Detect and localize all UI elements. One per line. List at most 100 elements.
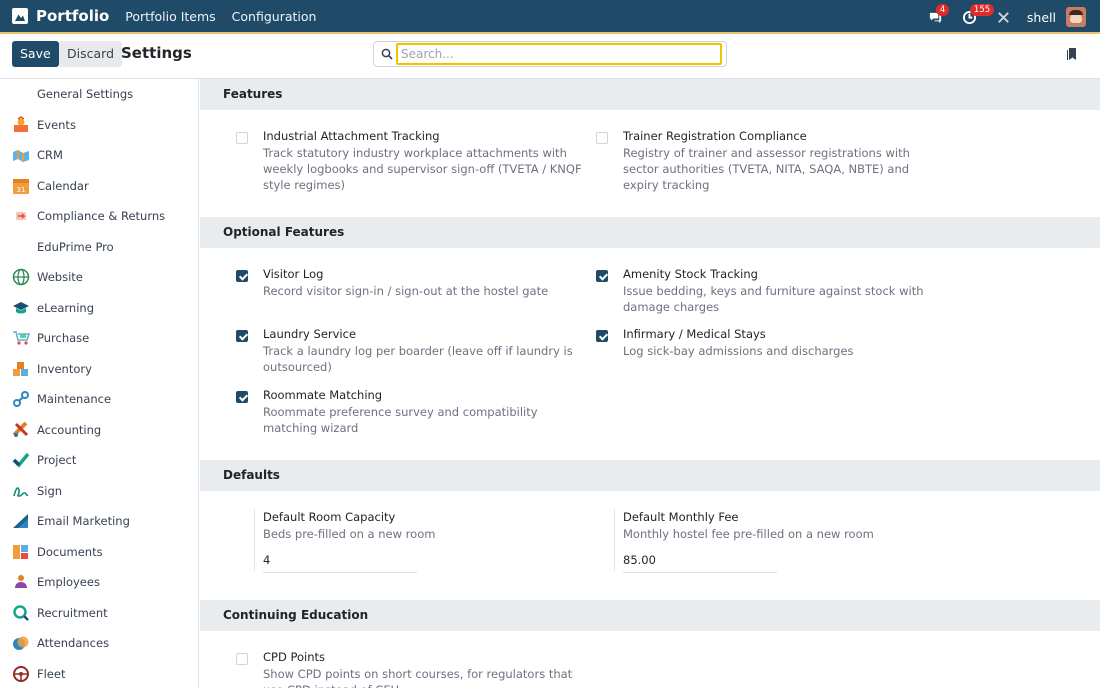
sidebar-item-documents[interactable]: Documents — [0, 537, 198, 567]
default-monthly-fee-input[interactable]: 85.00 — [623, 553, 777, 573]
trainer-registration-checkbox[interactable] — [596, 132, 608, 144]
settings-sidebar: General Settings Events CRM 31 Calendar … — [0, 79, 199, 688]
sidebar-item-accounting[interactable]: Accounting — [0, 415, 198, 445]
sidebar-item-eduprime-pro[interactable]: EduPrime Pro — [0, 232, 198, 262]
app-name[interactable]: Portfolio — [36, 7, 109, 25]
recruitment-icon — [13, 605, 29, 621]
control-panel: Save Discard Settings — [0, 36, 1100, 79]
sidebar-item-elearning[interactable]: eLearning — [0, 293, 198, 323]
sidebar-item-inventory[interactable]: Inventory — [0, 354, 198, 384]
sidebar-item-employees[interactable]: Employees — [0, 567, 198, 597]
inventory-icon — [13, 362, 28, 376]
section-header-continuing-education: Continuing Education — [200, 600, 1100, 631]
maintenance-icon — [13, 391, 29, 407]
sidebar-item-label: Inventory — [37, 362, 92, 376]
attendances-icon — [13, 636, 29, 650]
sidebar-item-fleet[interactable]: Fleet — [0, 659, 198, 688]
fleet-icon — [13, 666, 29, 682]
setting-description: Monthly hostel fee pre-filled on a new r… — [623, 527, 874, 541]
setting-description: Registry of trainer and assessor registr… — [623, 146, 910, 192]
sidebar-item-label: Purchase — [37, 331, 90, 345]
amenity-stock-checkbox[interactable] — [596, 270, 608, 282]
setting-title: Default Room Capacity — [263, 510, 396, 524]
bookmark-icon[interactable] — [1066, 47, 1078, 61]
events-icon — [14, 116, 28, 132]
top-navbar: Portfolio Portfolio Items Configuration … — [0, 0, 1100, 34]
setting-description: Track a laundry log per boarder (leave o… — [263, 344, 573, 374]
search-input[interactable] — [396, 43, 722, 65]
sidebar-item-maintenance[interactable]: Maintenance — [0, 384, 198, 414]
sidebar-item-label: Sign — [37, 484, 63, 498]
infirmary-checkbox[interactable] — [596, 330, 608, 342]
messages-badge: 4 — [935, 4, 950, 16]
purchase-icon — [13, 331, 30, 345]
section-header-features: Features — [200, 79, 1100, 110]
sidebar-item-label: Website — [37, 270, 83, 284]
documents-icon — [13, 545, 28, 559]
sidebar-item-label: Accounting — [37, 423, 102, 437]
sidebar-item-attendances[interactable]: Attendances — [0, 628, 198, 658]
settings-search — [373, 41, 727, 67]
sidebar-item-label: Email Marketing — [37, 514, 130, 528]
sidebar-item-label: EduPrime Pro — [37, 240, 114, 254]
sidebar-item-label: Compliance & Returns — [37, 209, 166, 223]
section-title: Features — [223, 87, 283, 101]
discard-button[interactable]: Discard — [59, 41, 122, 67]
calendar-icon: 31 — [13, 179, 29, 194]
user-avatar[interactable] — [1066, 7, 1086, 27]
section-title: Continuing Education — [223, 608, 369, 622]
setting-title: Industrial Attachment Tracking — [263, 129, 440, 143]
setting-title: Visitor Log — [263, 267, 324, 281]
compliance-icon — [16, 212, 26, 220]
roommate-matching-checkbox[interactable] — [236, 391, 248, 403]
default-room-capacity-input[interactable]: 4 — [263, 553, 417, 573]
sidebar-item-crm[interactable]: CRM — [0, 140, 198, 170]
user-name[interactable]: shell — [1027, 10, 1056, 25]
setting-description: Show CPD points on short courses, for re… — [263, 667, 573, 688]
sidebar-item-calendar[interactable]: 31 Calendar — [0, 171, 198, 201]
tools-button[interactable] — [993, 6, 1015, 28]
sidebar-item-label: Maintenance — [37, 392, 112, 406]
setting-title: Default Monthly Fee — [623, 510, 739, 524]
setting-description: Track statutory industry workplace attac… — [263, 146, 582, 192]
setting-description: Beds pre-filled on a new room — [263, 527, 436, 541]
sidebar-item-label: CRM — [37, 148, 63, 162]
sidebar-item-label: Project — [37, 453, 77, 467]
setting-description: Record visitor sign-in / sign-out at the… — [263, 284, 549, 298]
menu-portfolio-items[interactable]: Portfolio Items — [125, 9, 215, 24]
sidebar-item-label: Attendances — [37, 636, 110, 650]
sidebar-item-recruitment[interactable]: Recruitment — [0, 598, 198, 628]
activities-button[interactable]: 155 — [959, 4, 995, 28]
email-marketing-icon — [13, 514, 28, 528]
setting-description: Log sick-bay admissions and discharges — [623, 344, 854, 358]
setting-title: Laundry Service — [263, 327, 357, 341]
sidebar-item-label: eLearning — [37, 301, 95, 315]
sidebar-item-label: General Settings — [37, 87, 134, 101]
accounting-icon — [12, 421, 29, 437]
employees-icon — [15, 575, 27, 588]
laundry-service-checkbox[interactable] — [236, 330, 248, 342]
sidebar-item-purchase[interactable]: Purchase — [0, 323, 198, 353]
sidebar-item-sign[interactable]: Sign — [0, 476, 198, 506]
visitor-log-checkbox[interactable] — [236, 270, 248, 282]
sidebar-item-general-settings[interactable]: General Settings — [0, 79, 198, 109]
industrial-attachment-checkbox[interactable] — [236, 132, 248, 144]
sidebar-item-email-marketing[interactable]: Email Marketing — [0, 506, 198, 536]
sidebar-item-compliance-returns[interactable]: Compliance & Returns — [0, 201, 198, 231]
section-header-optional-features: Optional Features — [200, 217, 1100, 248]
svg-text:31: 31 — [17, 186, 26, 194]
portfolio-app-icon[interactable] — [12, 8, 28, 24]
sidebar-item-website[interactable]: Website — [0, 262, 198, 292]
cpd-points-checkbox[interactable] — [236, 653, 248, 665]
menu-configuration[interactable]: Configuration — [232, 9, 317, 24]
sidebar-item-project[interactable]: Project — [0, 445, 198, 475]
setting-title: Infirmary / Medical Stays — [623, 327, 766, 341]
sidebar-item-label: Fleet — [37, 667, 66, 681]
messages-button[interactable]: 4 — [925, 4, 950, 28]
divider — [254, 509, 255, 571]
sidebar-item-events[interactable]: Events — [0, 110, 198, 140]
sidebar-item-label: Recruitment — [37, 606, 108, 620]
section-title: Defaults — [223, 468, 280, 482]
elearning-icon — [13, 302, 29, 314]
save-button[interactable]: Save — [12, 41, 59, 67]
